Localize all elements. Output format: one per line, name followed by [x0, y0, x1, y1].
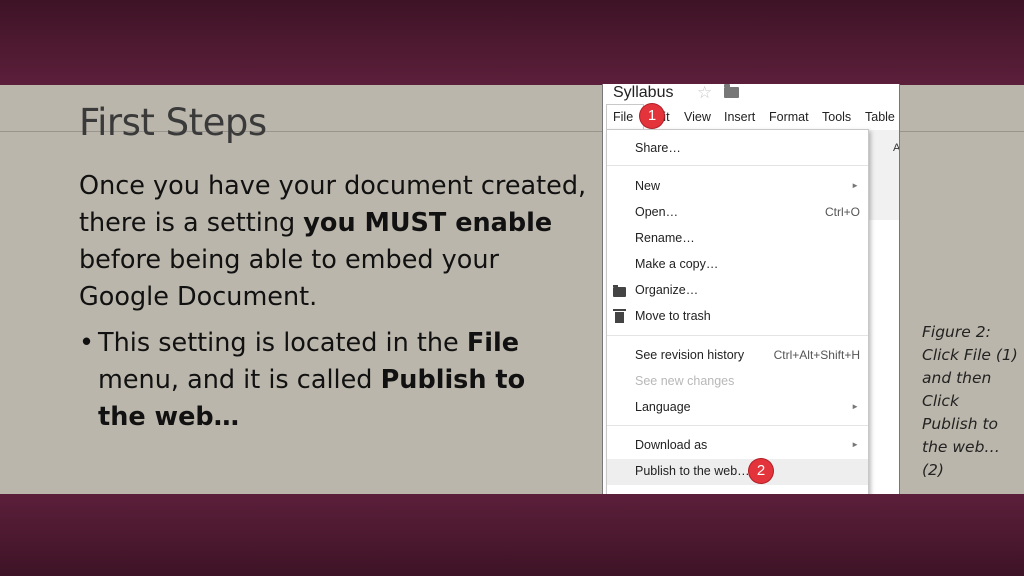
- menu-item-new[interactable]: New ►: [607, 174, 868, 200]
- slide-body: Once you have your document created, the…: [79, 168, 589, 316]
- menu-item-language-label: Language: [635, 400, 691, 414]
- step-badge-1: 1: [640, 104, 664, 128]
- menu-item-rename-label: Rename…: [635, 231, 695, 245]
- menu-item-open-shortcut: Ctrl+O: [824, 205, 860, 219]
- menu-item-share[interactable]: Share…: [607, 136, 868, 162]
- body-text-2: before being able to embed your Google D…: [79, 245, 500, 312]
- menu-item-rename[interactable]: Rename…: [607, 226, 868, 252]
- menu-separator: [607, 335, 868, 336]
- slide-bullet: • This setting is located in the File me…: [79, 325, 559, 436]
- menu-item-make-copy-label: Make a copy…: [635, 257, 719, 271]
- trash-icon: [613, 309, 626, 323]
- menu-file[interactable]: File: [613, 110, 633, 124]
- submenu-arrow-icon: ►: [851, 402, 859, 411]
- menu-item-download-as[interactable]: Download as ►: [607, 433, 868, 459]
- submenu-arrow-icon: ►: [851, 181, 859, 190]
- toolbar-font-button[interactable]: A: [893, 142, 899, 154]
- step-badge-2: 2: [749, 459, 773, 483]
- google-docs-screenshot: Syllabus ☆ A File Edit View Insert Forma…: [602, 84, 900, 494]
- menu-item-organize[interactable]: Organize…: [607, 278, 868, 304]
- menu-item-language[interactable]: Language ►: [607, 395, 868, 421]
- menu-separator: [607, 165, 868, 166]
- menu-item-make-copy[interactable]: Make a copy…: [607, 252, 868, 278]
- figure-caption: Figure 2: Click File (1) and then Click …: [922, 323, 1018, 479]
- top-band: [0, 0, 1024, 85]
- menu-item-new-changes: See new changes: [607, 369, 868, 395]
- document-title[interactable]: Syllabus: [613, 84, 673, 102]
- menu-item-move-trash[interactable]: Move to trash: [607, 304, 868, 330]
- menu-item-publish-label: Publish to the web…: [635, 464, 750, 478]
- menu-item-share-label: Share…: [635, 141, 681, 155]
- menu-insert[interactable]: Insert: [724, 110, 755, 124]
- folder-icon[interactable]: [724, 84, 739, 98]
- menu-item-organize-label: Organize…: [635, 283, 699, 297]
- menu-item-open-label: Open…: [635, 205, 679, 219]
- toolbar-strip: A: [866, 130, 899, 220]
- star-icon[interactable]: ☆: [697, 84, 712, 103]
- menu-view[interactable]: View: [684, 110, 711, 124]
- menu-tools[interactable]: Tools: [822, 110, 851, 124]
- bullet-marker: •: [79, 328, 95, 358]
- menu-item-new-label: New: [635, 179, 661, 193]
- menu-item-new-changes-label: See new changes: [635, 374, 735, 388]
- menu-item-download-as-label: Download as: [635, 438, 708, 452]
- slide-title: First Steps: [79, 101, 267, 144]
- bottom-band: [0, 494, 1024, 576]
- menu-item-revision-history-label: See revision history: [635, 348, 745, 362]
- submenu-arrow-icon: ►: [851, 440, 859, 449]
- menu-item-publish-to-web[interactable]: Publish to the web…: [607, 459, 868, 485]
- bullet-text: This setting is located in the File menu…: [79, 325, 559, 436]
- folder-icon: [613, 285, 626, 297]
- body-bold-1: you MUST enable: [303, 208, 553, 238]
- bullet-text-2: menu, and it is called: [98, 365, 381, 395]
- file-menu-dropdown: Share… New ► Open… Ctrl+O Rename… Make a…: [606, 129, 869, 494]
- menu-table[interactable]: Table: [865, 110, 895, 124]
- bullet-text-1: This setting is located in the: [98, 328, 467, 358]
- bullet-bold-file: File: [466, 328, 520, 358]
- menu-item-revision-history[interactable]: See revision history Ctrl+Alt+Shift+H: [607, 343, 868, 369]
- menu-item-move-trash-label: Move to trash: [635, 309, 711, 323]
- menu-item-revision-shortcut: Ctrl+Alt+Shift+H: [773, 348, 860, 362]
- menu-item-open[interactable]: Open… Ctrl+O: [607, 200, 868, 226]
- menu-format[interactable]: Format: [769, 110, 809, 124]
- menu-separator: [607, 425, 868, 426]
